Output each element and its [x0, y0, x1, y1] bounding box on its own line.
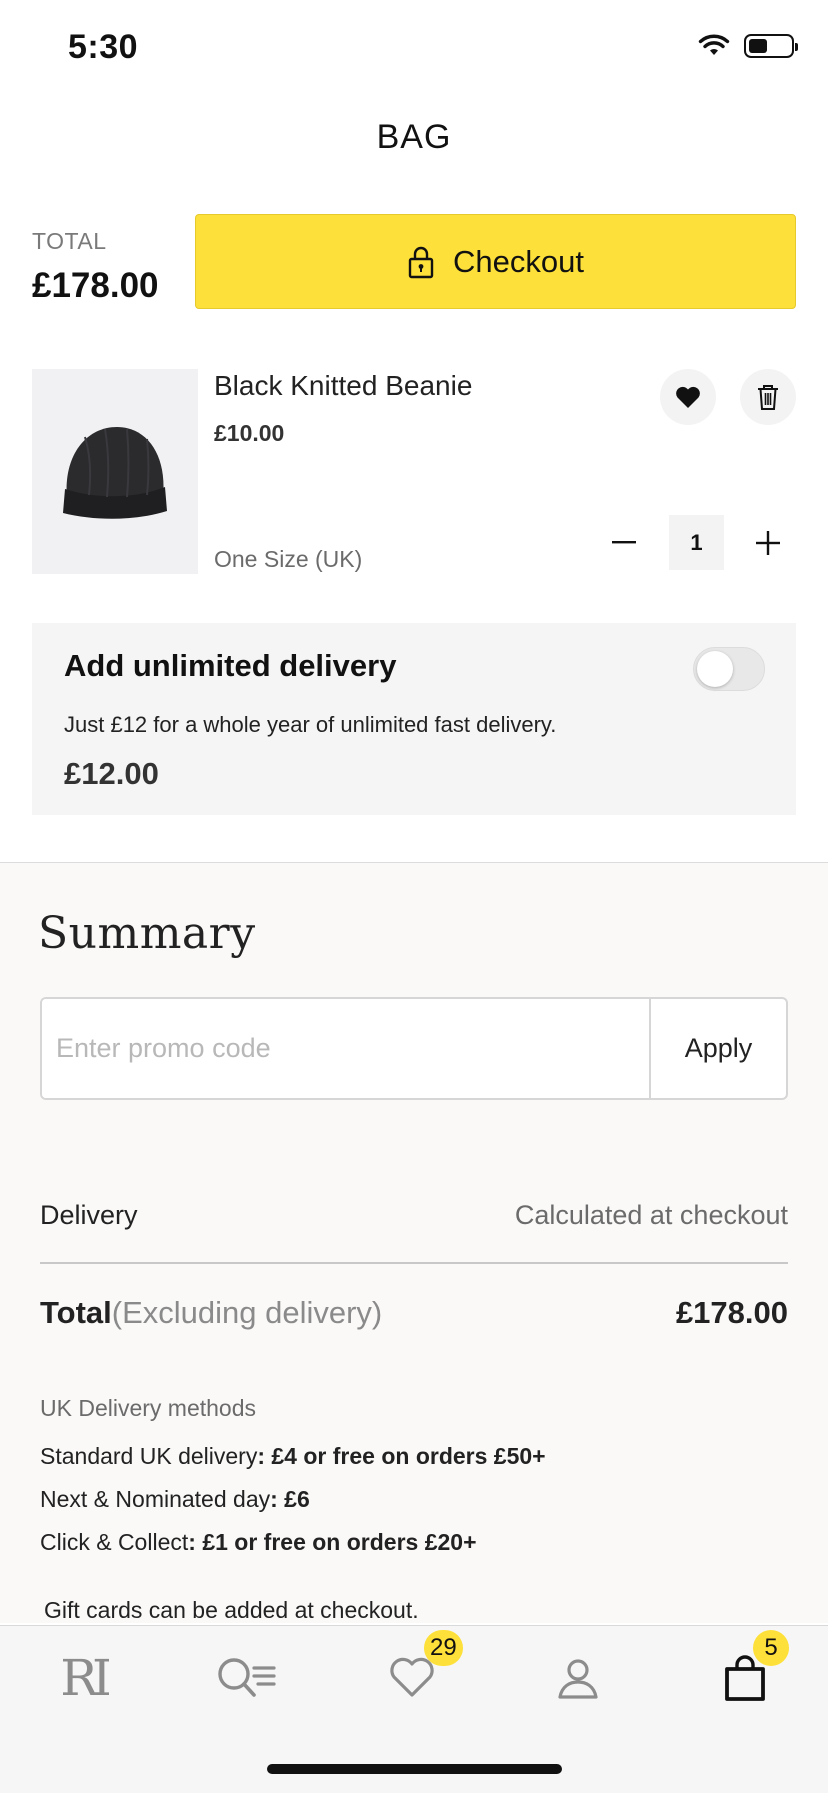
- tab-home[interactable]: RI: [43, 1648, 123, 1708]
- delivery-value: Calculated at checkout: [514, 1200, 788, 1230]
- trash-icon: [758, 385, 778, 410]
- apply-promo-button[interactable]: Apply: [649, 999, 786, 1098]
- unlimited-delivery-toggle[interactable]: [693, 647, 765, 691]
- unlimited-delivery-description: Just £12 for a whole year of unlimited f…: [64, 712, 557, 737]
- unlimited-delivery-title: Add unlimited delivery: [64, 648, 397, 683]
- bag-count-badge: 5: [753, 1630, 789, 1666]
- delivery-label: Delivery: [40, 1200, 138, 1230]
- summary-title: Summary: [38, 908, 256, 959]
- decrease-quantity-button[interactable]: [604, 515, 644, 571]
- wifi-icon: [698, 34, 730, 55]
- checkout-button[interactable]: Checkout: [195, 214, 796, 309]
- delivery-method-next-day: Next & Nominated day: £6: [40, 1486, 310, 1513]
- delivery-method-name: Next & Nominated day: [40, 1486, 271, 1512]
- summary-total-title: Total: [40, 1295, 112, 1330]
- tab-account[interactable]: [538, 1648, 618, 1708]
- home-indicator: [267, 1764, 562, 1774]
- account-icon: [558, 1659, 598, 1699]
- total-value: £178.00: [32, 266, 159, 305]
- wishlist-icon: [390, 1657, 434, 1697]
- favourite-button[interactable]: [660, 369, 716, 425]
- beanie-image: [63, 426, 167, 519]
- summary-divider: [40, 1262, 788, 1264]
- promo-code-input[interactable]: [42, 999, 649, 1098]
- delivery-methods-title: UK Delivery methods: [40, 1395, 257, 1421]
- heart-icon: [676, 386, 700, 408]
- total-label: TOTAL: [32, 228, 107, 254]
- product-size: One Size (UK): [214, 546, 363, 572]
- product-price: £10.00: [214, 420, 285, 446]
- delete-button[interactable]: [740, 369, 796, 425]
- delivery-method-standard: Standard UK delivery: £4 or free on orde…: [40, 1443, 546, 1470]
- promo-code-form: Apply: [40, 997, 788, 1100]
- status-icons: [698, 34, 798, 58]
- status-time: 5:30: [68, 28, 139, 66]
- toggle-knob: [697, 651, 733, 687]
- unlimited-delivery-price: £12.00: [64, 756, 159, 791]
- delivery-method-name: Click & Collect: [40, 1529, 189, 1555]
- lock-icon: [408, 246, 434, 278]
- search-list-icon: [218, 1658, 276, 1697]
- gift-card-note: Gift cards can be added at checkout.: [44, 1597, 419, 1623]
- wishlist-count-badge: 29: [424, 1630, 463, 1666]
- summary-total-value: £178.00: [675, 1295, 788, 1330]
- quantity-value: 1: [669, 515, 724, 570]
- delivery-method-detail: : £6: [270, 1486, 310, 1512]
- tab-wishlist[interactable]: 29: [372, 1630, 463, 1708]
- battery-icon: [744, 34, 798, 58]
- product-name[interactable]: Black Knitted Beanie: [214, 370, 472, 402]
- home-logo: RI: [60, 1649, 111, 1707]
- delivery-method-detail: : £1 or free on orders £20+: [188, 1529, 477, 1555]
- summary-total-note: (Excluding delivery): [111, 1295, 383, 1330]
- delivery-method-detail: : £4 or free on orders £50+: [257, 1443, 546, 1469]
- plus-icon: [756, 531, 780, 555]
- increase-quantity-button[interactable]: [748, 515, 788, 571]
- minus-icon: [612, 541, 636, 544]
- delivery-method-name: Standard UK delivery: [40, 1443, 258, 1469]
- delivery-method-click-collect: Click & Collect: £1 or free on orders £2…: [40, 1529, 477, 1556]
- checkout-label: Checkout: [453, 243, 584, 279]
- page-title: BAG: [376, 118, 452, 156]
- product-image[interactable]: [32, 369, 198, 574]
- summary-total-label: Total(Excluding delivery): [40, 1295, 382, 1331]
- tab-search[interactable]: [208, 1648, 288, 1708]
- tab-bag[interactable]: 5: [705, 1630, 789, 1708]
